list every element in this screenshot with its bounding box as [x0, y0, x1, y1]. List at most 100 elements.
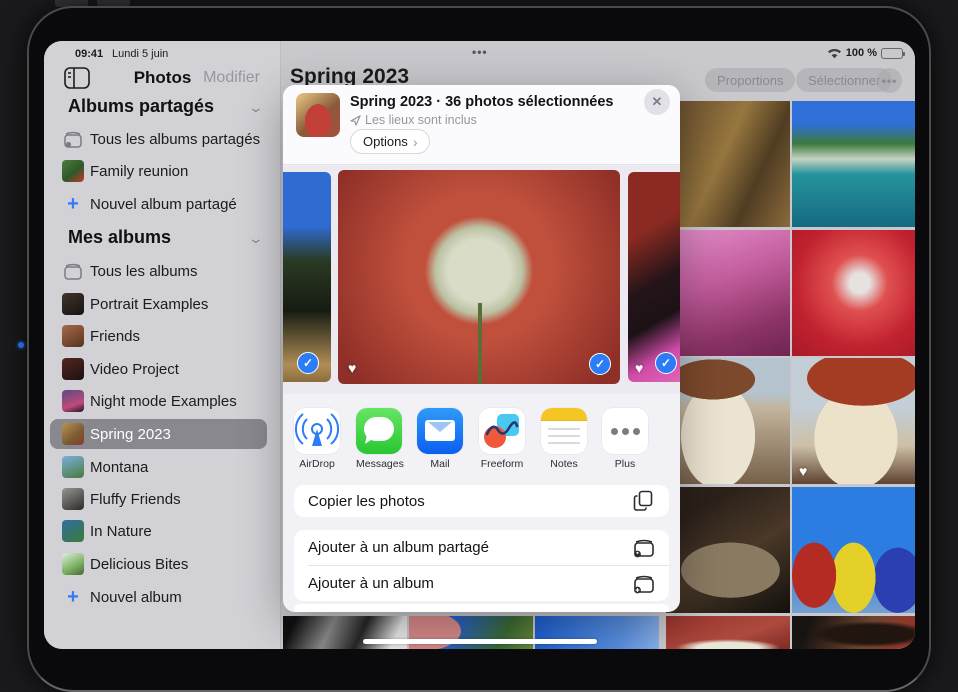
album-thumbnail [62, 456, 84, 478]
airdrop-icon [294, 408, 340, 454]
close-button[interactable]: ✕ [644, 89, 670, 115]
photo-thumb-face-closeup[interactable] [792, 616, 915, 649]
share-sheet-subtitle: Les lieux sont inclus [350, 113, 477, 127]
sidebar-item-fluffy-friends[interactable]: Fluffy Friends [50, 484, 267, 514]
share-target-notes[interactable]: Notes [541, 408, 587, 470]
sidebar-item-friends[interactable]: Friends [50, 321, 267, 351]
chevron-down-icon[interactable]: ⌄ [248, 230, 264, 247]
photo-thumb-friends-group[interactable] [792, 487, 915, 613]
photo-thumb-pointed-hat[interactable] [666, 358, 790, 484]
freeform-icon [479, 408, 525, 454]
section-shared-albums: Albums partagés [68, 96, 214, 117]
add-album-icon [631, 572, 655, 596]
action-group-copy: Copier les photos [294, 485, 669, 517]
more-button[interactable]: ••• [877, 68, 902, 93]
share-sheet-header: Spring 2023 · 36 photos sélectionnées Le… [283, 85, 680, 165]
add-shared-album-icon [631, 536, 655, 560]
album-thumbnail [62, 325, 84, 347]
selected-check-icon[interactable]: ✓ [655, 352, 677, 374]
location-arrow-icon [350, 115, 361, 126]
battery-icon [881, 48, 903, 59]
selected-check-icon[interactable]: ✓ [297, 352, 319, 374]
selected-photo-flower[interactable]: ♥ ✓ [338, 170, 620, 384]
photo-thumb-red-hat[interactable]: ♥ [792, 358, 915, 484]
wifi-icon [827, 48, 842, 59]
home-indicator[interactable] [363, 639, 597, 644]
sidebar: Photos Modifier Albums partagés ⌄ Tous l… [44, 41, 281, 649]
sidebar-item-portrait-examples[interactable]: Portrait Examples [50, 289, 267, 319]
proportions-button[interactable]: Proportions [705, 68, 795, 92]
photo-thumb-blue-sky[interactable] [535, 616, 659, 649]
sidebar-item-spring-2023[interactable]: Spring 2023 [50, 419, 267, 449]
photo-thumb-diner[interactable] [666, 230, 790, 356]
share-target-more[interactable]: Plus [602, 408, 648, 470]
notes-icon [541, 408, 587, 454]
sidebar-item-new-album[interactable]: + Nouvel album [50, 582, 267, 612]
chevron-right-icon: › [413, 134, 418, 150]
screen: 09:41 Lundi 5 juin ••• 100 % [44, 41, 915, 649]
albums-icon [62, 260, 84, 282]
selected-photo-braids[interactable]: ♥ ✓ [628, 172, 680, 382]
share-target-airdrop[interactable]: AirDrop [294, 408, 340, 470]
options-button[interactable]: Options › [350, 129, 430, 154]
album-thumbnail [62, 293, 84, 315]
photo-thumb-red-fabric[interactable] [792, 230, 915, 356]
copy-icon [631, 489, 655, 513]
clock: 09:41 [75, 48, 103, 60]
sidebar-item-video-project[interactable]: Video Project [50, 354, 267, 384]
edit-button[interactable]: Modifier [203, 69, 260, 87]
album-thumbnail [62, 488, 84, 510]
status-bar: 09:41 Lundi 5 juin ••• 100 % [44, 41, 915, 67]
share-target-mail[interactable]: Mail [417, 408, 463, 470]
album-thumbnail [62, 390, 84, 412]
share-sheet-title: Spring 2023 · 36 photos sélectionnées [350, 94, 614, 110]
sidebar-item-all-shared-albums[interactable]: Tous les albums partagés [50, 124, 267, 154]
shared-albums-icon [62, 128, 84, 150]
chevron-down-icon[interactable]: ⌄ [248, 99, 264, 116]
sidebar-item-night-mode-examples[interactable]: Night mode Examples [50, 386, 267, 416]
photo-thumb-person-sky[interactable] [409, 616, 533, 649]
sidebar-item-new-shared-album[interactable]: + Nouvel album partagé [50, 189, 267, 219]
photo-thumb-pool[interactable] [792, 101, 915, 227]
favorite-heart-icon: ♥ [799, 463, 807, 479]
album-thumbnail [62, 160, 84, 182]
photo-thumb-bedroom[interactable] [666, 487, 790, 613]
action-group-albums: Ajouter à un album partagé Ajouter à un [294, 530, 669, 601]
date: Lundi 5 juin [112, 48, 168, 60]
add-to-album-action[interactable]: Ajouter à un album [294, 566, 669, 601]
photo-thumb-red-flower[interactable] [666, 616, 790, 649]
flower-stem [478, 303, 482, 384]
add-to-shared-album-action[interactable]: Ajouter à un album partagé [294, 530, 669, 565]
more-apps-icon [602, 408, 648, 454]
selected-photo-hillside[interactable]: ✓ [283, 172, 331, 382]
plus-icon: + [62, 586, 84, 608]
multitasking-dots-icon[interactable]: ••• [472, 45, 488, 59]
share-target-messages[interactable]: Messages [356, 408, 402, 470]
sidebar-item-in-nature[interactable]: In Nature [50, 516, 267, 546]
sidebar-item-all-albums[interactable]: Tous les albums [50, 256, 267, 286]
photo-thumb-dancer[interactable] [666, 101, 790, 227]
album-thumbnail [62, 423, 84, 445]
battery-percent: 100 % [846, 47, 877, 59]
share-target-freeform[interactable]: Freeform [479, 408, 525, 470]
messages-icon [356, 408, 402, 454]
selected-photos-strip: ✓ ♥ ✓ ♥ ✓ [283, 166, 680, 394]
mail-icon [417, 408, 463, 454]
album-thumbnail [62, 553, 84, 575]
share-sheet: Spring 2023 · 36 photos sélectionnées Le… [283, 85, 680, 612]
share-preview-thumbnail [296, 93, 340, 137]
section-my-albums: Mes albums [68, 227, 171, 248]
album-thumbnail [62, 358, 84, 380]
sidebar-item-family-reunion[interactable]: Family reunion [50, 156, 267, 186]
sidebar-item-montana[interactable]: Montana [50, 452, 267, 482]
sidebar-item-delicious-bites[interactable]: Delicious Bites [50, 549, 267, 579]
photo-thumb-bw-tree[interactable] [283, 616, 407, 649]
selected-check-icon[interactable]: ✓ [589, 353, 611, 375]
favorite-heart-icon: ♥ [635, 360, 643, 376]
pencil-indicator-dot [18, 342, 24, 348]
action-group-partial [294, 604, 669, 612]
album-thumbnail [62, 520, 84, 542]
copy-photos-action[interactable]: Copier les photos [294, 485, 669, 517]
ipad-device: 09:41 Lundi 5 juin ••• 100 % [0, 0, 958, 692]
favorite-heart-icon: ♥ [348, 360, 356, 376]
